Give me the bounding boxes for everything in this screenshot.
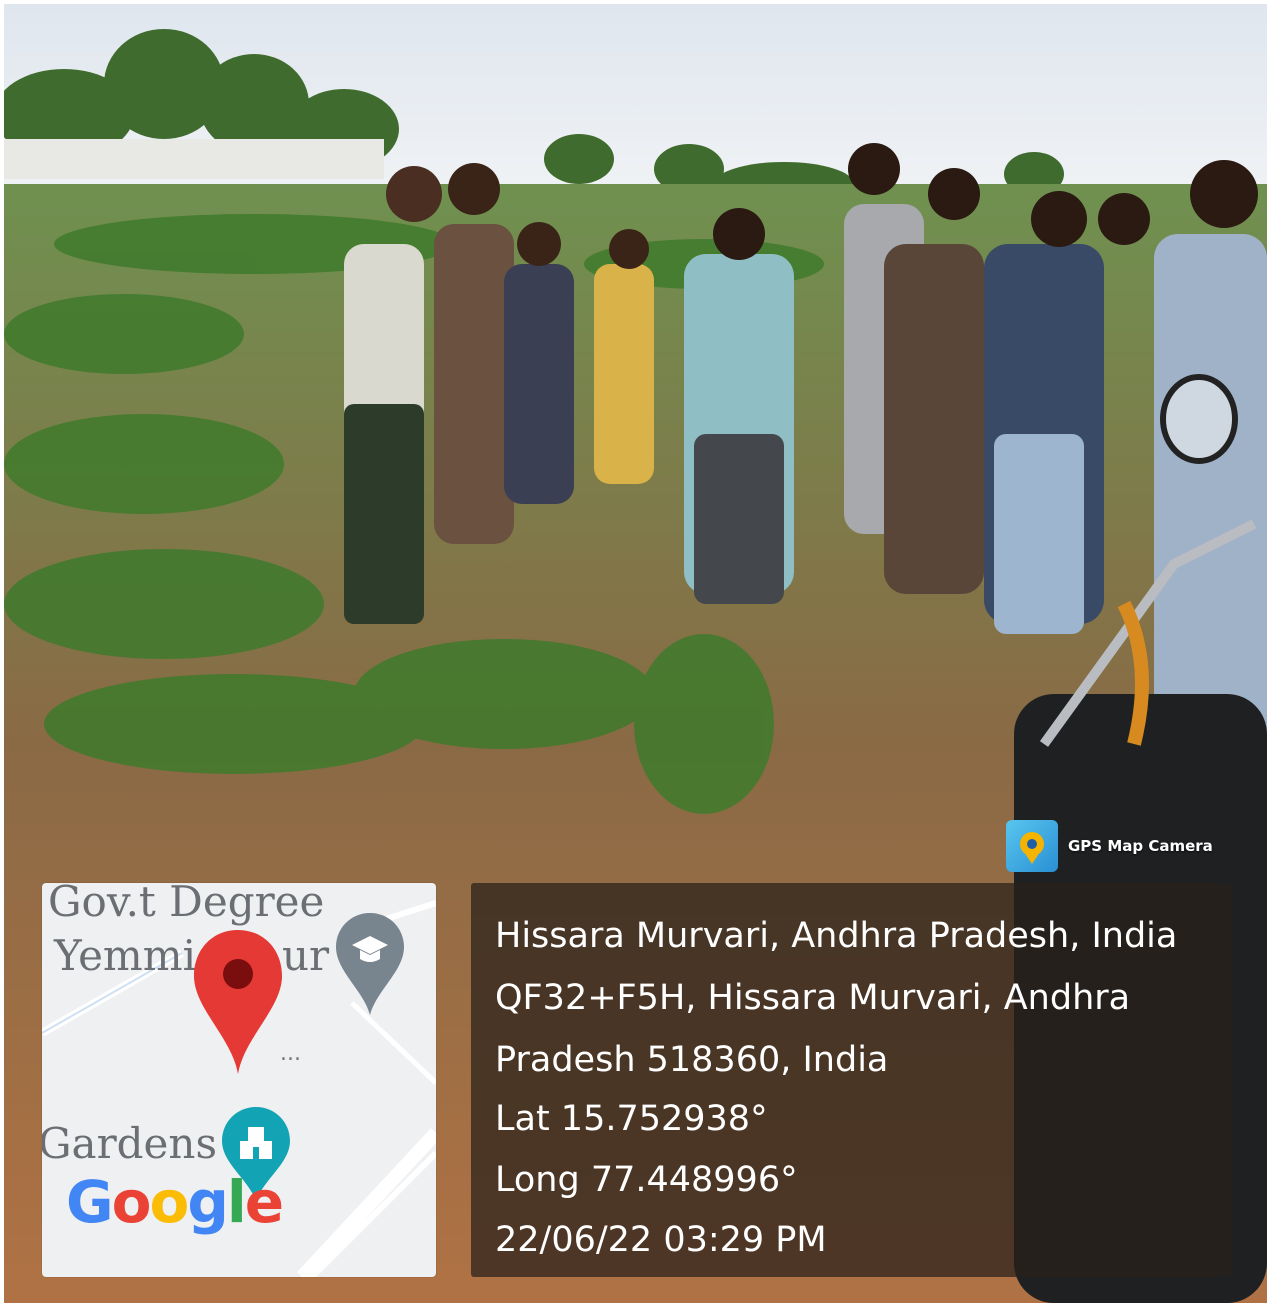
address-line-1: QF32+F5H, Hissara Murvari, Andhra: [495, 978, 1131, 1018]
map-pin-icon: [194, 930, 282, 1074]
gps-map-camera-label: GPS Map Camera: [1068, 837, 1213, 855]
map-label-yemmi: Yemmi: [54, 931, 197, 980]
google-logo: Google: [66, 1173, 284, 1231]
map-label-ur: ur: [282, 931, 330, 980]
gps-map-camera-icon: [1006, 820, 1058, 872]
google-logo-letter: g: [187, 1168, 229, 1236]
google-logo-letter: e: [244, 1168, 284, 1236]
google-logo-letter: G: [66, 1168, 114, 1236]
school-icon: [336, 913, 404, 1015]
latitude: Lat 15.752938°: [495, 1099, 768, 1139]
place-title: Hissara Murvari, Andhra Pradesh, India: [495, 916, 1178, 956]
google-logo-letter: o: [149, 1168, 189, 1236]
longitude: Long 77.448996°: [495, 1160, 798, 1200]
google-logo-letter: l: [226, 1168, 247, 1236]
gps-map-camera-badge: GPS Map Camera: [1006, 818, 1213, 874]
location-info-panel: Hissara Murvari, Andhra Pradesh, India Q…: [471, 883, 1231, 1277]
google-logo-letter: o: [111, 1168, 152, 1236]
map-thumbnail: Gov.t Degree Yemmi ur Gardens ... Google: [42, 883, 436, 1277]
timestamp: 22/06/22 03:29 PM: [495, 1220, 827, 1260]
address-line-2: Pradesh 518360, India: [495, 1040, 889, 1080]
map-label-degree-college: Gov.t Degree: [48, 883, 325, 926]
map-label-gardens: Gardens: [42, 1119, 218, 1168]
